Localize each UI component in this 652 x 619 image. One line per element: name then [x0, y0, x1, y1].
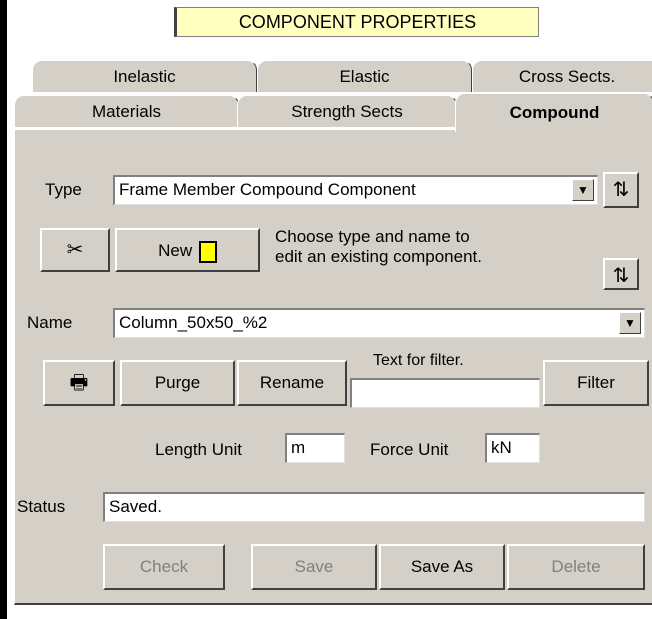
type-value: Frame Member Compound Component — [119, 180, 416, 199]
delete-button[interactable]: Delete — [507, 544, 645, 590]
chevron-down-icon[interactable]: ▼ — [619, 312, 641, 334]
chevron-down-icon[interactable]: ▼ — [572, 179, 594, 201]
refresh-name-button[interactable]: ⇅ — [603, 258, 639, 290]
hint-line-1: Choose type and name to — [275, 227, 470, 246]
type-label: Type — [45, 180, 82, 199]
panel-title: COMPONENT PROPERTIES — [174, 7, 539, 37]
refresh-type-button[interactable]: ⇅ — [603, 172, 639, 208]
hint-line-2: edit an existing component. — [275, 247, 482, 266]
new-button-label: New — [158, 241, 193, 260]
check-button[interactable]: Check — [103, 544, 225, 590]
save-as-button[interactable]: Save As — [379, 544, 505, 590]
name-select[interactable]: Column_50x50_%2 ▼ — [113, 308, 645, 338]
printer-icon: 🖶 — [69, 372, 89, 394]
filter-text-label: Text for filter. — [373, 352, 464, 369]
new-button[interactable]: New — [115, 228, 260, 272]
tab-cross-sects[interactable]: Cross Sects. — [472, 60, 652, 92]
new-document-icon — [198, 240, 217, 263]
tab-inelastic[interactable]: Inelastic — [32, 60, 257, 92]
tab-compound[interactable]: Compound — [455, 93, 652, 132]
tool-button[interactable]: ✂ — [40, 228, 110, 272]
rename-button[interactable]: Rename — [237, 360, 347, 406]
status-field: Saved. — [103, 492, 645, 522]
length-unit-input[interactable]: m — [285, 433, 345, 463]
purge-button[interactable]: Purge — [120, 360, 235, 406]
length-unit-label: Length Unit — [155, 440, 242, 459]
filter-text-input[interactable] — [350, 378, 540, 408]
print-button[interactable]: 🖶 — [43, 360, 115, 406]
tab-materials[interactable]: Materials — [14, 95, 239, 127]
filter-button[interactable]: Filter — [543, 360, 649, 406]
tab-elastic[interactable]: Elastic — [257, 60, 472, 92]
refresh-icon: ⇅ — [612, 179, 630, 201]
refresh-icon: ⇅ — [612, 265, 630, 287]
scissors-icon: ✂ — [66, 239, 84, 261]
component-properties-panel: COMPONENT PROPERTIES Inelastic Elastic C… — [7, 0, 652, 619]
save-button[interactable]: Save — [251, 544, 377, 590]
type-select[interactable]: Frame Member Compound Component ▼ — [113, 175, 598, 205]
name-value: Column_50x50_%2 — [119, 313, 268, 332]
hint-text: Choose type and name to edit an existing… — [275, 227, 482, 267]
force-unit-input[interactable]: kN — [485, 433, 540, 463]
force-unit-label: Force Unit — [370, 440, 449, 459]
name-label: Name — [27, 313, 73, 332]
compound-tab-content: Type Frame Member Compound Component ▼ ⇅… — [14, 130, 652, 605]
tab-strength-sects[interactable]: Strength Sects — [237, 95, 457, 127]
status-label: Status — [17, 497, 66, 516]
